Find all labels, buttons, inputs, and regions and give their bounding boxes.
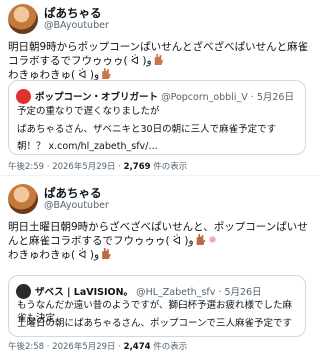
post-text: 明日土曜日朝9時からざべざべぱいせんと、ポップコーンぱいせんと麻雀コラボするでフ… xyxy=(8,220,314,262)
quoted-author-name: ポップコーン・オブリガート xyxy=(35,92,159,103)
avatar[interactable] xyxy=(8,184,38,214)
flower-emoji-icon xyxy=(206,234,218,245)
avatar[interactable] xyxy=(8,4,38,34)
quoted-line: 予定の重なりで遅くなりましたが xyxy=(17,106,160,117)
post-text-line-2: わきゅわきゅ( ᐛ )و xyxy=(8,249,100,261)
divider xyxy=(0,175,320,176)
quoted-date: 5月26日 xyxy=(224,287,262,298)
author-name[interactable]: ぱあちゃる xyxy=(44,5,102,21)
view-count: 2,474 xyxy=(123,342,151,352)
post-text-line-1: 明日土曜日朝9時からざべざべぱいせんと、ポップコーンぱいせんと麻雀コラボするでフ… xyxy=(8,221,308,247)
quoted-author-handle: @Popcorn_obbli_V xyxy=(161,92,248,103)
post-meta: 午後2:58 · 2026年5月29日 · 2,474 件の表示 xyxy=(8,340,187,352)
author-handle[interactable]: @BAyoutuber xyxy=(44,20,109,31)
quoted-avatar xyxy=(16,284,31,299)
author-handle[interactable]: @BAyoutuber xyxy=(44,200,109,211)
post-meta: 午後2:59 · 2026年5月29日 · 2,769 件の表示 xyxy=(8,160,187,172)
quoted-date: 5月26日 xyxy=(256,92,294,103)
hand-emoji-icon xyxy=(102,248,112,259)
post-text: 明日朝9時からポップコーンぱいせんとざべざべぱいせんと麻雀コラボするでフウゥゥゥ… xyxy=(8,40,314,82)
post-time[interactable]: 午後2:59 · 2026年5月29日 · xyxy=(8,162,124,172)
view-label: 件の表示 xyxy=(153,342,188,352)
quoted-author-handle: @HL_Zabeth_sfv xyxy=(136,287,216,298)
quoted-avatar xyxy=(16,89,31,104)
quoted-post[interactable]: ポップコーン・オブリガート @Popcorn_obbli_V · 5月26日 予… xyxy=(8,80,306,155)
post-time[interactable]: 午後2:58 · 2026年5月29日 · xyxy=(8,342,124,352)
quoted-header: ザベス | LaVISION。 @HL_Zabeth_sfv · 5月26日 xyxy=(35,284,262,298)
view-label: 件の表示 xyxy=(153,162,188,172)
quoted-author-name: ザベス | LaVISION。 xyxy=(35,287,134,298)
post-2[interactable]: ぱあちゃる @BAyoutuber 明日土曜日朝9時からざべざべぱいせんと、ポッ… xyxy=(0,180,320,352)
author-name[interactable]: ぱあちゃる xyxy=(44,185,102,201)
quoted-post[interactable]: ザベス | LaVISION。 @HL_Zabeth_sfv · 5月26日 も… xyxy=(8,275,306,337)
quoted-line: ぱあちゃるさん、ザベニキと30日の朝に三人で麻雀予定です xyxy=(17,124,277,135)
post-1[interactable]: ぱあちゃる @BAyoutuber 明日朝9時からポップコーンぱいせんとざべざべ… xyxy=(0,0,320,173)
quoted-line: 朝！？ x.com/hl_zabeth_sfv/… xyxy=(17,141,158,152)
view-count: 2,769 xyxy=(123,162,151,172)
quoted-header: ポップコーン・オブリガート @Popcorn_obbli_V · 5月26日 xyxy=(35,89,294,103)
quoted-line: 土曜日の朝にぱあちゃるさん、ポップコーンで三人麻雀予定です xyxy=(17,318,293,329)
hand-emoji-icon xyxy=(196,234,206,245)
hand-emoji-icon xyxy=(154,54,164,65)
hand-emoji-icon xyxy=(102,68,112,79)
